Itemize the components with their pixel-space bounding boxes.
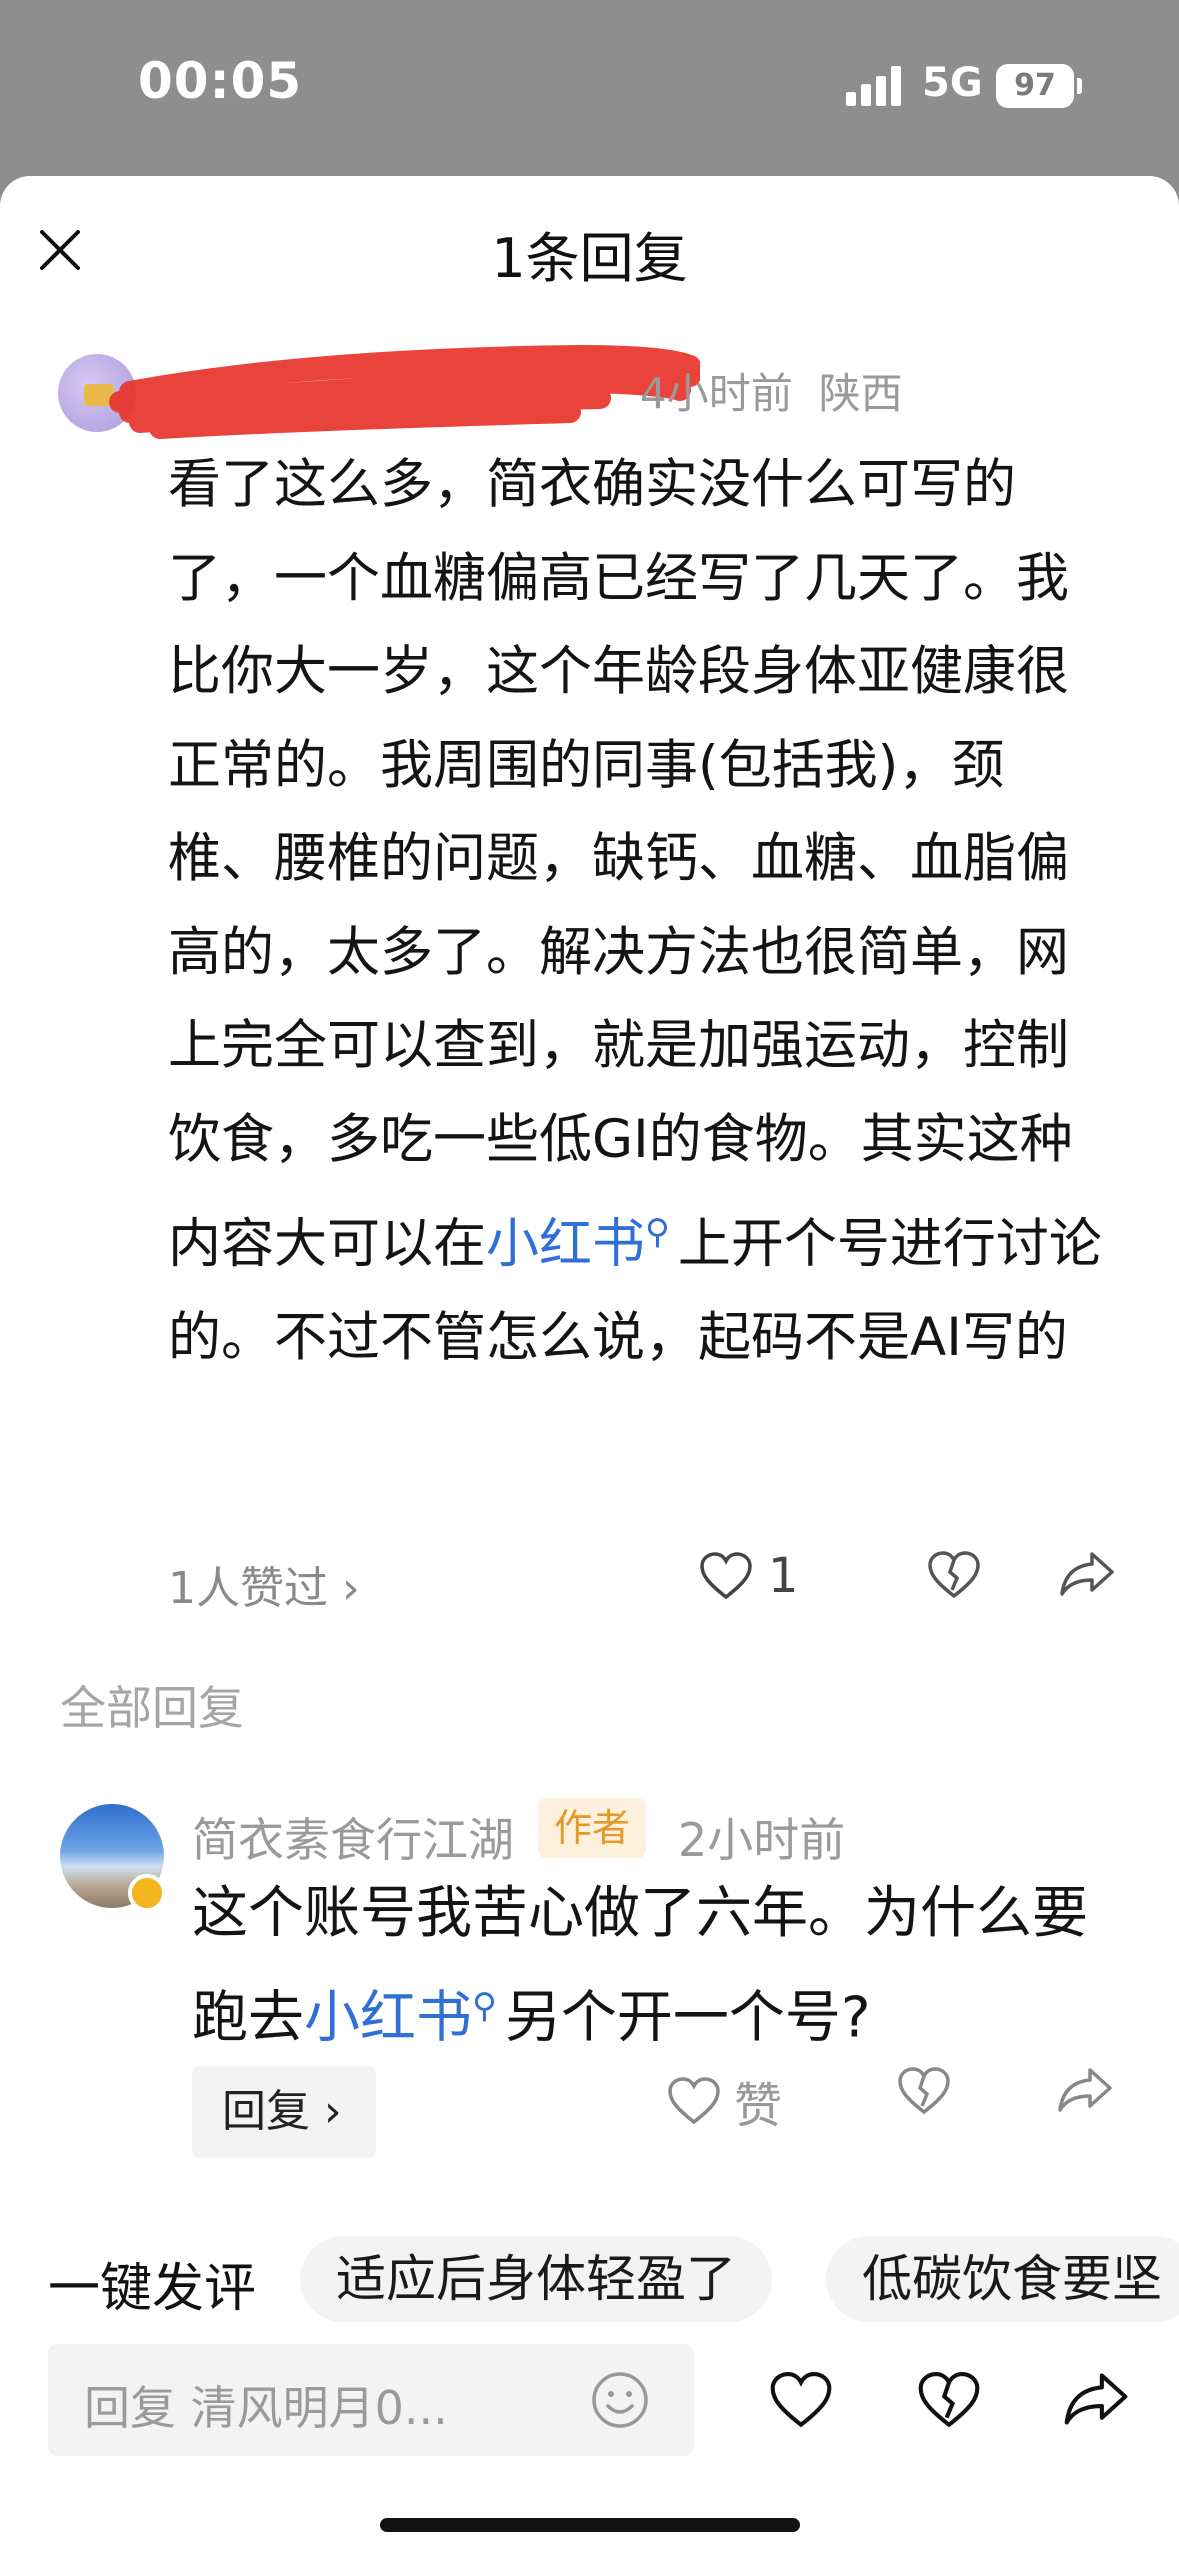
- network-type: 5G: [922, 60, 983, 106]
- comment-text-part: 看了这么多，简衣确实没什么可写的了，一个血糖偏高已经写了几天了。我比你大一岁，这…: [168, 454, 1073, 1275]
- likes-summary[interactable]: 1人赞过 ›: [168, 1552, 360, 1616]
- status-time: 00:05: [138, 52, 303, 110]
- comment-time: 4小时前: [640, 369, 793, 418]
- share-icon[interactable]: [1056, 2064, 1114, 2116]
- reply-like-button[interactable]: 赞: [666, 2066, 782, 2136]
- all-replies-label: 全部回复: [60, 1681, 244, 1735]
- broken-heart-icon[interactable]: [926, 1550, 982, 1600]
- reply-button[interactable]: 回复 ›: [192, 2066, 376, 2158]
- quick-comment-chip[interactable]: 低碳饮食要坚: [826, 2236, 1179, 2322]
- quick-comment-label: 一键发评: [48, 2259, 257, 2319]
- likes-summary-label: 1人赞过: [168, 1563, 328, 1614]
- like-count: 1: [768, 1548, 799, 1604]
- comment-location: 陕西: [818, 369, 903, 418]
- xiaohongshu-link[interactable]: 小红书: [304, 1986, 472, 2051]
- battery-tip: [1077, 78, 1082, 94]
- share-icon[interactable]: [1058, 1548, 1116, 1600]
- battery-icon: 97: [996, 64, 1074, 108]
- author-tag: 作者: [538, 1798, 647, 1858]
- home-indicator: [380, 2518, 800, 2532]
- reply-text-part: 另个开一个号?: [504, 1985, 871, 2051]
- broken-heart-icon[interactable]: [896, 2066, 952, 2116]
- status-bar: 00:05 5G 97: [0, 0, 1179, 176]
- heart-icon[interactable]: [768, 2370, 834, 2430]
- comment-text: 看了这么多，简衣确实没什么可写的了，一个血糖偏高已经写了几天了。我比你大一岁，这…: [168, 438, 1108, 1385]
- search-icon[interactable]: ⚲: [645, 1212, 670, 1252]
- like-button[interactable]: 1: [698, 1548, 799, 1604]
- reply-author[interactable]: 简衣素食行江湖: [192, 1804, 514, 1870]
- heart-icon: [700, 1552, 752, 1600]
- broken-heart-icon[interactable]: [916, 2370, 982, 2430]
- reply-input-placeholder: 回复 清风明月0...: [84, 2381, 448, 2435]
- verified-badge-icon: [128, 1874, 166, 1912]
- quick-comment-chip[interactable]: 适应后身体轻盈了: [300, 2236, 772, 2322]
- xiaohongshu-link[interactable]: 小红书: [486, 1214, 645, 1275]
- heart-icon: [668, 2077, 720, 2125]
- like-label: 赞: [734, 2078, 783, 2134]
- reply-sheet: 1条回复 4小时前 陕西 看了这么多，简衣确实没什么可写的了，一个血糖偏高已经写了…: [0, 176, 1179, 2556]
- reply-button-label: 回复: [222, 2086, 310, 2137]
- reply-time: 2小时前: [678, 1813, 846, 1867]
- emoji-icon[interactable]: [590, 2370, 650, 2430]
- comment-meta: 4小时前 陕西: [640, 360, 929, 421]
- share-icon[interactable]: [1062, 2368, 1130, 2430]
- reply-text: 这个账号我苦心做了六年。为什么要跑去小红书⚲ 另个开一个号?: [192, 1868, 1122, 2065]
- reply-input[interactable]: 回复 清风明月0...: [48, 2344, 694, 2456]
- sheet-title: 1条回复: [491, 227, 688, 290]
- search-icon[interactable]: ⚲: [472, 1986, 497, 2026]
- signal-icon: [846, 66, 902, 106]
- redaction-scribble: [109, 344, 700, 439]
